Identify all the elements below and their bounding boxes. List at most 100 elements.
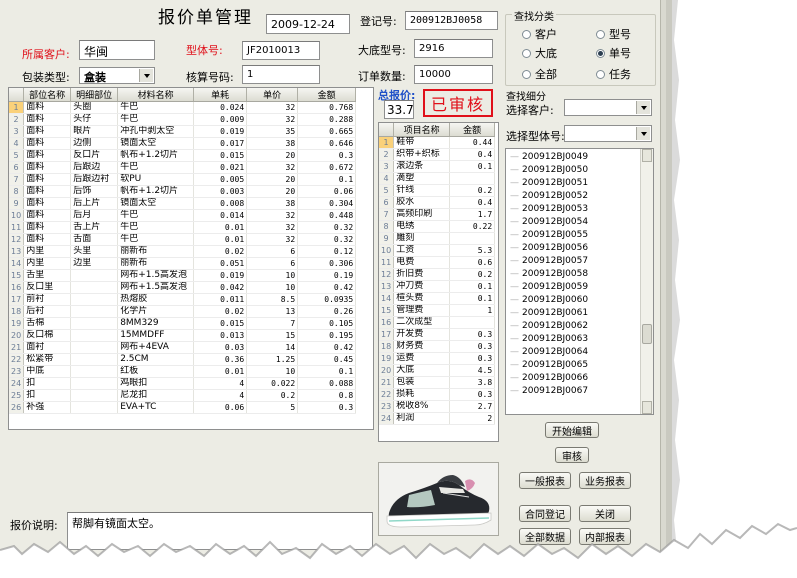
- row-number-cell[interactable]: 18: [9, 305, 25, 318]
- row-number-cell[interactable]: 25: [9, 389, 25, 402]
- row-number-cell[interactable]: 7: [9, 173, 25, 186]
- choose-customer-select[interactable]: [564, 99, 652, 116]
- row-number-cell[interactable]: 20: [9, 329, 25, 342]
- radio-customer[interactable]: 客户: [522, 26, 557, 42]
- account-number-field[interactable]: 1: [242, 65, 320, 84]
- date-field[interactable]: 2009-12-24: [266, 14, 350, 34]
- radio-task[interactable]: 任务: [596, 66, 631, 82]
- list-item[interactable]: —200912BJ0055: [506, 229, 653, 242]
- table-row[interactable]: 20 反口棉 15MMDFF 0.013 15 0.195: [9, 329, 357, 342]
- row-number-cell[interactable]: 12: [9, 233, 25, 246]
- table-row[interactable]: 19 运费 0.3: [379, 352, 496, 365]
- table-row[interactable]: 11 面料 舌上片 牛巴 0.01 32 0.32: [9, 221, 357, 234]
- row-number-cell[interactable]: 15: [379, 304, 395, 317]
- row-number-cell[interactable]: 23: [379, 400, 395, 413]
- row-number-cell[interactable]: 5: [379, 184, 395, 197]
- row-number-cell[interactable]: 24: [379, 412, 395, 425]
- col-header[interactable]: 明细部位: [70, 88, 119, 102]
- row-number-cell[interactable]: 13: [379, 280, 395, 293]
- row-number-cell[interactable]: 14: [9, 257, 25, 270]
- list-item[interactable]: —200912BJ0061: [506, 307, 653, 320]
- row-number-cell[interactable]: 17: [379, 328, 395, 341]
- row-number-cell[interactable]: 1: [9, 101, 25, 114]
- table-row[interactable]: 11 电费 0.6: [379, 256, 496, 269]
- list-item[interactable]: —200912BJ0064: [506, 346, 653, 359]
- table-row[interactable]: 3 面料 眼片 冲孔中剥太空 0.019 35 0.665: [9, 125, 357, 138]
- chevron-down-icon[interactable]: [636, 101, 650, 114]
- row-number-cell[interactable]: 10: [379, 244, 395, 257]
- col-header[interactable]: 单价: [246, 88, 299, 102]
- list-item[interactable]: —200912BJ0053: [506, 203, 653, 216]
- table-row[interactable]: 10 工资 5.3: [379, 244, 496, 257]
- table-row[interactable]: 6 面料 后跟边 牛巴 0.021 32 0.672: [9, 161, 357, 174]
- row-number-cell[interactable]: 10: [9, 209, 25, 222]
- table-row[interactable]: 4 滴塑: [379, 172, 496, 185]
- table-row[interactable]: 8 面料 后饰 帆布+1.2切片 0.003 20 0.06: [9, 185, 357, 198]
- table-row[interactable]: 25 扣 尼龙扣 4 0.2 0.8: [9, 389, 357, 402]
- table-row[interactable]: 9 面料 后上片 镜面太空 0.008 38 0.304: [9, 197, 357, 210]
- table-row[interactable]: 10 面料 后月 牛巴 0.014 32 0.448: [9, 209, 357, 222]
- row-number-cell[interactable]: 23: [9, 365, 25, 378]
- table-row[interactable]: 22 松紧带 2.5CM 0.36 1.25 0.45: [9, 353, 357, 366]
- list-item[interactable]: —200912BJ0063: [506, 333, 653, 346]
- row-number-cell[interactable]: 8: [379, 220, 395, 233]
- table-row[interactable]: 2 面料 头仔 牛巴 0.009 32 0.288: [9, 113, 357, 126]
- list-item[interactable]: —200912BJ0051: [506, 177, 653, 190]
- col-header[interactable]: 项目名称: [393, 123, 451, 137]
- table-row[interactable]: 26 补强 EVA+TC 0.06 5 0.3: [9, 401, 357, 414]
- table-row[interactable]: 15 管理费 1: [379, 304, 496, 317]
- list-item[interactable]: —200912BJ0058: [506, 268, 653, 281]
- radio-order-number[interactable]: 单号: [596, 45, 631, 61]
- list-item[interactable]: —200912BJ0062: [506, 320, 653, 333]
- order-number-list[interactable]: —200912BJ0049—200912BJ0050—200912BJ0051—…: [505, 148, 654, 415]
- table-row[interactable]: 14 内里 边里 丽新布 0.051 6 0.306: [9, 257, 357, 270]
- col-header[interactable]: 金额: [297, 88, 357, 102]
- table-row[interactable]: 6 胶水 0.4: [379, 196, 496, 209]
- table-row[interactable]: 16 二次成型: [379, 316, 496, 329]
- table-row[interactable]: 22 损耗 0.3: [379, 388, 496, 401]
- list-item[interactable]: —200912BJ0057: [506, 255, 653, 268]
- row-number-cell[interactable]: 21: [9, 341, 25, 354]
- row-number-cell[interactable]: 15: [9, 269, 25, 282]
- row-number-cell[interactable]: 3: [379, 160, 395, 173]
- col-header[interactable]: 部位名称: [23, 88, 72, 102]
- col-header[interactable]: 单耗: [193, 88, 248, 102]
- row-number-cell[interactable]: 26: [9, 401, 25, 414]
- table-row[interactable]: 8 电绣 0.22: [379, 220, 496, 233]
- table-row[interactable]: 13 冲刀费 0.1: [379, 280, 496, 293]
- list-item[interactable]: —200912BJ0054: [506, 216, 653, 229]
- table-row[interactable]: 18 财务费 0.3: [379, 340, 496, 353]
- list-item[interactable]: —200912BJ0049: [506, 151, 653, 164]
- table-row[interactable]: 21 包装 3.8: [379, 376, 496, 389]
- col-header[interactable]: 材料名称: [117, 88, 195, 102]
- col-header[interactable]: 金额: [449, 123, 496, 137]
- table-row[interactable]: 18 后衬 化学片 0.02 13 0.26: [9, 305, 357, 318]
- materials-grid[interactable]: 部位名称 明细部位 材料名称 单耗 单价 金额 1 面料 头圈 牛巴 0.024 32 0.…: [8, 87, 374, 430]
- list-item[interactable]: —200912BJ0056: [506, 242, 653, 255]
- base-model-field[interactable]: 2916: [414, 39, 493, 58]
- row-number-cell[interactable]: 19: [379, 352, 395, 365]
- table-row[interactable]: 1 面料 头圈 牛巴 0.024 32 0.768: [9, 101, 357, 114]
- row-number-cell[interactable]: 12: [379, 268, 395, 281]
- row-number-cell[interactable]: 9: [379, 232, 395, 245]
- general-report-button[interactable]: 一般报表: [519, 472, 571, 489]
- list-item[interactable]: —200912BJ0065: [506, 359, 653, 372]
- row-number-cell[interactable]: 8: [9, 185, 25, 198]
- row-number-cell[interactable]: 22: [379, 388, 395, 401]
- table-row[interactable]: 2 织带+织标 0.4: [379, 148, 496, 161]
- list-item[interactable]: —200912BJ0059: [506, 281, 653, 294]
- row-number-cell[interactable]: 9: [9, 197, 25, 210]
- table-row[interactable]: 14 楦头费 0.1: [379, 292, 496, 305]
- choose-model-select[interactable]: [564, 125, 652, 142]
- list-item[interactable]: —200912BJ0066: [506, 372, 653, 385]
- order-quantity-field[interactable]: 10000: [414, 65, 493, 84]
- row-number-cell[interactable]: 7: [379, 208, 395, 221]
- row-number-cell[interactable]: 11: [9, 221, 25, 234]
- table-row[interactable]: 17 前衬 热熔胶 0.011 8.5 0.0935: [9, 293, 357, 306]
- scroll-down-icon[interactable]: [642, 401, 652, 414]
- table-row[interactable]: 21 面衬 网布+4EVA 0.03 14 0.42: [9, 341, 357, 354]
- row-number-cell[interactable]: 6: [9, 161, 25, 174]
- table-row[interactable]: 12 面料 舌面 牛巴 0.01 32 0.32: [9, 233, 357, 246]
- row-number-cell[interactable]: 4: [379, 172, 395, 185]
- table-row[interactable]: 3 滚边条 0.1: [379, 160, 496, 173]
